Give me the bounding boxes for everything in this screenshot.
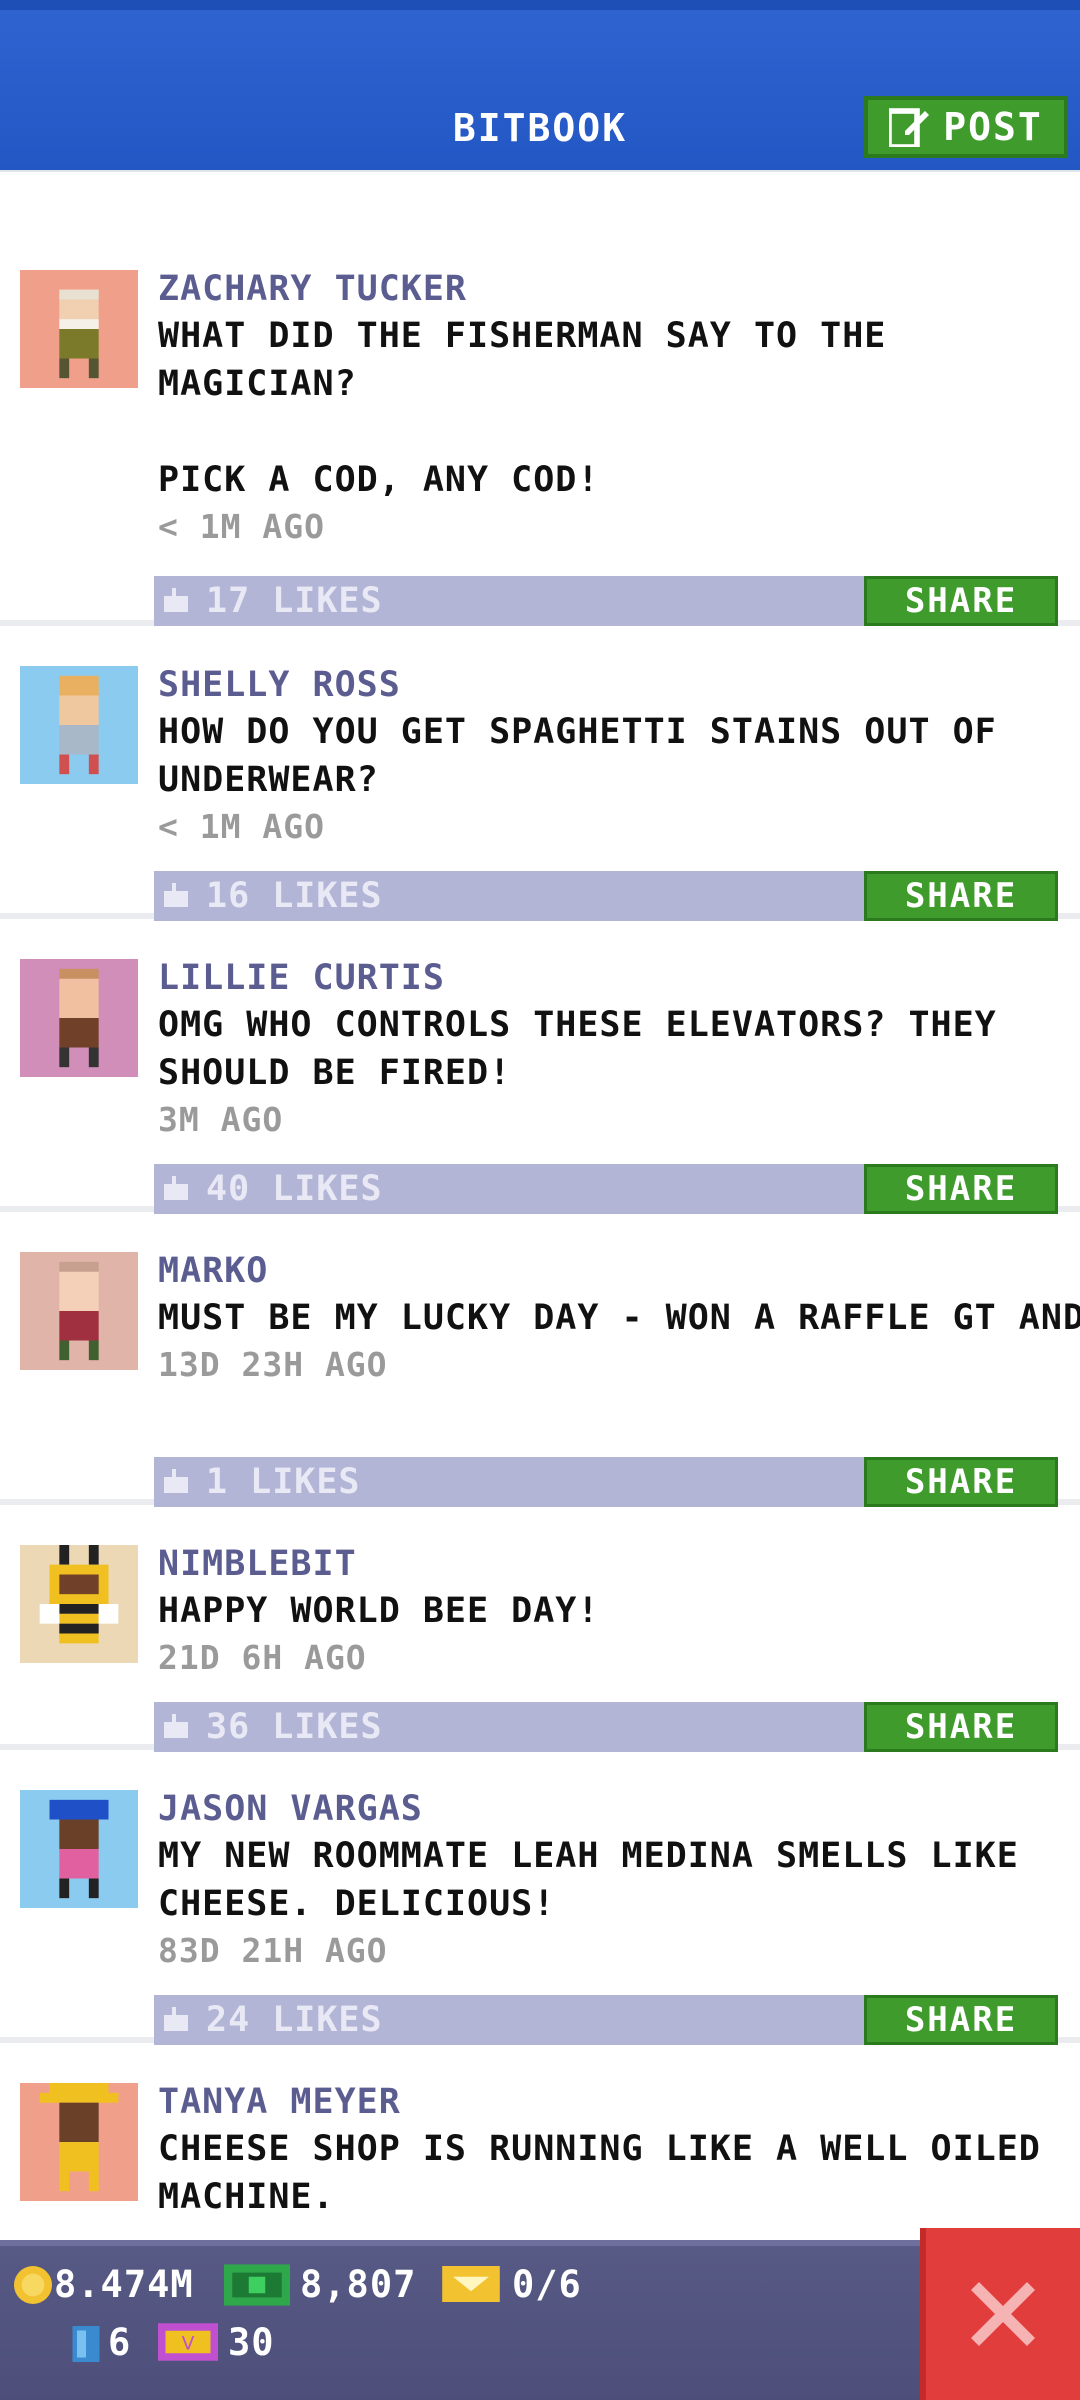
coin-icon (14, 2266, 52, 2304)
post-time: 83D 21H AGO (158, 1931, 388, 1970)
vip-icon: V (158, 2323, 218, 2361)
likes-bar: 16 LIKES SHARE (154, 871, 1058, 921)
post-time: < 1M AGO (158, 507, 325, 546)
feed-post: LILLIE CURTIS OMG WHO CONTROLS THESE ELE… (0, 919, 1080, 1214)
share-button[interactable]: SHARE (864, 871, 1058, 921)
post-content: NIMBLEBIT HAPPY WORLD BEE DAY! 21D 6H AG… (158, 1541, 1066, 1681)
post-author[interactable]: SHELLY ROSS (158, 662, 1066, 708)
feed-post: MARKO MUST BE MY LUCKY DAY - WON A RAFFL… (0, 1212, 1080, 1507)
share-button[interactable]: SHARE (864, 1702, 1058, 1752)
coins-count: 8.474M (54, 2263, 194, 2306)
likes-count: 36 LIKES (206, 1707, 383, 1747)
post-message: MUST BE MY LUCKY DAY - WON A RAFFLE GT A… (158, 1298, 1080, 1338)
post-content: TANYA MEYER CHEESE SHOP IS RUNNING LIKE … (158, 2079, 1066, 2221)
avatar (20, 1252, 138, 1370)
post-author[interactable]: NIMBLEBIT (158, 1541, 1066, 1587)
feed-post: ZACHARY TUCKER WHAT DID THE FISHERMAN SA… (0, 230, 1080, 626)
post-author[interactable]: TANYA MEYER (158, 2079, 1066, 2125)
app-header: BITBOOK POST (0, 0, 1080, 170)
post-message: HOW DO YOU GET SPAGHETTI STAINS OUT OF U… (158, 712, 997, 800)
likes-bar: 17 LIKES SHARE (154, 576, 1058, 626)
thumbs-up-icon[interactable] (164, 1176, 188, 1200)
post-message: WHAT DID THE FISHERMAN SAY TO THE MAGICI… (158, 316, 887, 500)
post-content: LILLIE CURTIS OMG WHO CONTROLS THESE ELE… (158, 955, 1066, 1143)
post-time: < 1M AGO (158, 807, 325, 846)
edit-icon (889, 108, 930, 147)
key-icon (72, 2326, 100, 2362)
person-avatar-icon (39, 2083, 119, 2192)
feed-post: JASON VARGAS MY NEW ROOMMATE LEAH MEDINA… (0, 1750, 1080, 2045)
likes-count: 40 LIKES (206, 1169, 383, 1209)
post-time: 3M AGO (158, 1100, 284, 1139)
post-message: MY NEW ROOMMATE LEAH MEDINA SMELLS LIKE … (158, 1836, 1019, 1924)
post-content: SHELLY ROSS HOW DO YOU GET SPAGHETTI STA… (158, 662, 1066, 850)
tickets-count: 0/6 (512, 2263, 582, 2306)
avatar (20, 270, 138, 388)
likes-bar: 36 LIKES SHARE (154, 1702, 1058, 1752)
person-avatar-icon (49, 1799, 109, 1899)
post-button[interactable]: POST (864, 96, 1068, 158)
post-author[interactable]: JASON VARGAS (158, 1786, 1066, 1832)
avatar (20, 666, 138, 784)
person-avatar-icon (59, 289, 99, 379)
avatar (20, 959, 138, 1077)
post-author[interactable]: MARKO (158, 1248, 1066, 1294)
thumbs-up-icon[interactable] (164, 588, 188, 612)
likes-bar: 1 LIKES SHARE (154, 1457, 1058, 1507)
share-button[interactable]: SHARE (864, 1164, 1058, 1214)
post-content: JASON VARGAS MY NEW ROOMMATE LEAH MEDINA… (158, 1786, 1066, 1974)
avatar (20, 2083, 138, 2201)
likes-bar: 40 LIKES SHARE (154, 1164, 1058, 1214)
vip-count: 30 (228, 2321, 275, 2364)
likes-count: 17 LIKES (206, 581, 383, 621)
person-avatar-icon (59, 968, 99, 1068)
ticket-icon (442, 2266, 500, 2302)
likes-count: 1 LIKES (206, 1462, 361, 1502)
thumbs-up-icon[interactable] (164, 2007, 188, 2031)
feed-post: SHELLY ROSS HOW DO YOU GET SPAGHETTI STA… (0, 626, 1080, 921)
post-author[interactable]: ZACHARY TUCKER (158, 266, 1066, 312)
share-button[interactable]: SHARE (864, 1457, 1058, 1507)
person-avatar-icon (59, 675, 99, 775)
keys-count: 6 (108, 2321, 132, 2364)
feed-post: TANYA MEYER CHEESE SHOP IS RUNNING LIKE … (0, 2043, 1080, 2240)
likes-count: 24 LIKES (206, 2000, 383, 2040)
likes-bar: 24 LIKES SHARE (154, 1995, 1058, 2045)
post-message: CHEESE SHOP IS RUNNING LIKE A WELL OILED… (158, 2129, 1041, 2217)
avatar (20, 1545, 138, 1663)
likes-count: 16 LIKES (206, 876, 383, 916)
bee-avatar-icon (39, 1545, 119, 1644)
post-button-label: POST (943, 105, 1043, 149)
thumbs-up-icon[interactable] (164, 1714, 188, 1738)
post-content: ZACHARY TUCKER WHAT DID THE FISHERMAN SA… (158, 266, 1066, 550)
svg-text:V: V (182, 2334, 195, 2355)
close-icon (971, 2282, 1035, 2346)
share-button[interactable]: SHARE (864, 576, 1058, 626)
bux-count: 8,807 (300, 2263, 417, 2306)
thumbs-up-icon[interactable] (164, 1469, 188, 1493)
person-avatar-icon (59, 1261, 99, 1361)
share-button[interactable]: SHARE (864, 1995, 1058, 2045)
avatar (20, 1790, 138, 1908)
thumbs-up-icon[interactable] (164, 883, 188, 907)
post-author[interactable]: LILLIE CURTIS (158, 955, 1066, 1001)
bux-icon (224, 2264, 290, 2306)
feed-post: NIMBLEBIT HAPPY WORLD BEE DAY! 21D 6H AG… (0, 1505, 1080, 1752)
close-button[interactable] (920, 2228, 1080, 2400)
post-time: 13D 23H AGO (158, 1345, 388, 1384)
header-divider (0, 170, 1080, 172)
post-time: 21D 6H AGO (158, 1638, 367, 1677)
status-bar: 8.474M 8,807 0/6 6 V 30 (0, 2240, 1080, 2400)
post-message: HAPPY WORLD BEE DAY! (158, 1591, 600, 1631)
post-message: OMG WHO CONTROLS THESE ELEVATORS? THEY S… (158, 1005, 997, 1093)
post-content: MARKO MUST BE MY LUCKY DAY - WON A RAFFL… (158, 1248, 1080, 1388)
bitbook-feed[interactable]: ZACHARY TUCKER WHAT DID THE FISHERMAN SA… (0, 230, 1080, 2240)
